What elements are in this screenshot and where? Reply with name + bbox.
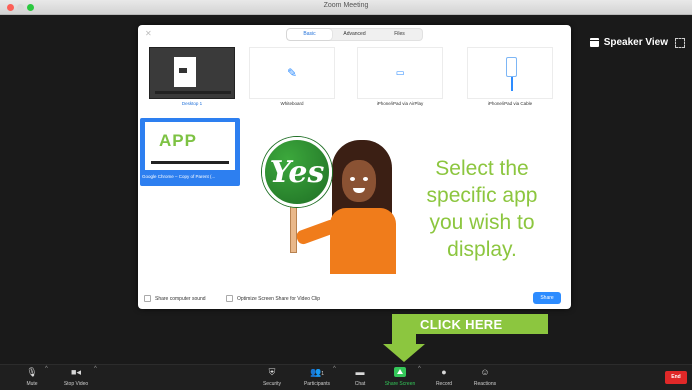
instruction-line: specific app bbox=[426, 184, 538, 207]
airplay-icon: ▭ bbox=[395, 67, 405, 78]
share-option-label: Whiteboard bbox=[280, 101, 304, 106]
arrow-stem bbox=[392, 314, 416, 346]
app-label: Google Chrome – Copy of Parent (... bbox=[142, 174, 216, 179]
speaker-view-icon bbox=[589, 38, 599, 47]
share-option-whiteboard[interactable]: ✎ Whiteboard bbox=[246, 47, 338, 113]
optimize-checkbox[interactable]: Optimize Screen Share for Video Clip bbox=[226, 295, 320, 302]
record-icon: ● bbox=[441, 367, 447, 377]
whiteboard-thumbnail: ✎ bbox=[249, 47, 335, 99]
instruction-line: you wish to bbox=[429, 211, 535, 234]
airplay-thumbnail: ▭ bbox=[357, 47, 443, 99]
reactions-label: Reactions bbox=[473, 381, 497, 387]
share-sound-label: Share computer sound bbox=[155, 295, 206, 302]
avatar-shirt bbox=[330, 208, 396, 274]
share-option-label: iPhone/iPad via Cable bbox=[487, 101, 533, 106]
share-screen-icon bbox=[394, 367, 406, 377]
share-option-cable[interactable]: iPhone/iPad via Cable bbox=[464, 47, 556, 113]
meeting-toolbar: 🎙 Mute ^ ■◂ Stop Video ^ ⛨ Security 👥1 P… bbox=[0, 364, 692, 390]
share-screen-label: Share Screen bbox=[384, 381, 416, 387]
app-thumbnail: APP bbox=[145, 122, 235, 170]
shield-icon: ⛨ bbox=[268, 367, 276, 377]
yes-sign: Yes bbox=[262, 137, 332, 207]
record-label: Record bbox=[435, 381, 453, 387]
share-options-chevron-icon[interactable]: ^ bbox=[418, 366, 421, 372]
share-option-label: Desktop 1 bbox=[181, 101, 203, 106]
instruction-line: Select the bbox=[435, 157, 529, 180]
tab-advanced[interactable]: Advanced bbox=[332, 29, 377, 40]
video-camera-icon: ■◂ bbox=[71, 367, 81, 377]
cable-thumbnail bbox=[467, 47, 553, 99]
stop-video-button[interactable]: ■◂ Stop Video bbox=[58, 367, 94, 390]
share-tabs: Basic Advanced Files bbox=[286, 28, 423, 41]
speaker-view-button[interactable]: Speaker View bbox=[589, 37, 668, 48]
security-button[interactable]: ⛨ Security bbox=[259, 367, 285, 390]
record-button[interactable]: ● Record bbox=[432, 367, 456, 390]
cable-icon bbox=[511, 77, 513, 91]
close-icon[interactable]: ✕ bbox=[145, 29, 152, 38]
share-option-desktop[interactable]: Desktop 1 bbox=[146, 47, 238, 113]
share-screen-button[interactable]: Share Screen bbox=[380, 367, 420, 390]
mute-label: Mute bbox=[26, 381, 38, 387]
mute-button[interactable]: 🎙 Mute bbox=[22, 367, 42, 390]
share-option-label: iPhone/iPad via AirPlay bbox=[376, 101, 424, 106]
share-button[interactable]: Share bbox=[533, 292, 561, 304]
pencil-icon: ✎ bbox=[286, 66, 298, 80]
speaker-view-label: Speaker View bbox=[603, 37, 668, 48]
participants-button[interactable]: 👥1 Participants bbox=[297, 367, 337, 390]
fullscreen-icon[interactable] bbox=[675, 38, 685, 48]
chat-label: Chat bbox=[354, 381, 366, 387]
click-here-label: CLICK HERE bbox=[420, 317, 503, 332]
audio-options-chevron-icon[interactable]: ^ bbox=[45, 366, 48, 372]
reactions-button[interactable]: ☺ Reactions bbox=[470, 367, 500, 390]
dialog-footer: Share computer sound Optimize Screen Sha… bbox=[138, 291, 571, 309]
instruction-line: display. bbox=[447, 238, 517, 261]
phone-icon bbox=[506, 57, 517, 77]
share-sound-checkbox[interactable]: Share computer sound bbox=[144, 295, 206, 302]
avatar-face bbox=[342, 160, 376, 202]
video-options-chevron-icon[interactable]: ^ bbox=[94, 366, 97, 372]
share-option-app-selected[interactable]: APP Google Chrome – Copy of Parent (... bbox=[140, 118, 240, 186]
app-thumb-text: APP bbox=[159, 131, 197, 150]
end-meeting-button[interactable]: End bbox=[665, 371, 687, 384]
security-label: Security bbox=[262, 381, 282, 387]
chat-button[interactable]: ▬ Chat bbox=[350, 367, 370, 390]
microphone-icon: 🎙 bbox=[26, 367, 38, 377]
reactions-icon: ☺ bbox=[480, 367, 490, 377]
stop-video-label: Stop Video bbox=[63, 381, 89, 387]
window-title: Zoom Meeting bbox=[323, 2, 369, 9]
tab-files[interactable]: Files bbox=[377, 29, 422, 40]
participants-icon: 👥1 bbox=[310, 367, 324, 377]
arrow-down-icon bbox=[383, 344, 425, 362]
participants-count: 1 bbox=[321, 371, 324, 377]
share-option-airplay[interactable]: ▭ iPhone/iPad via AirPlay bbox=[354, 47, 446, 113]
instruction-text: Select the specific app you wish to disp… bbox=[412, 155, 552, 263]
chat-icon: ▬ bbox=[355, 367, 365, 377]
sign-text: Yes bbox=[269, 155, 325, 190]
desktop-thumbnail bbox=[149, 47, 235, 99]
participants-chevron-icon[interactable]: ^ bbox=[333, 366, 336, 372]
tab-basic[interactable]: Basic bbox=[287, 29, 332, 40]
optimize-label: Optimize Screen Share for Video Clip bbox=[237, 295, 321, 302]
title-bar: Zoom Meeting bbox=[0, 0, 692, 15]
participants-label: Participants bbox=[303, 381, 331, 387]
sign-stick bbox=[290, 205, 297, 253]
